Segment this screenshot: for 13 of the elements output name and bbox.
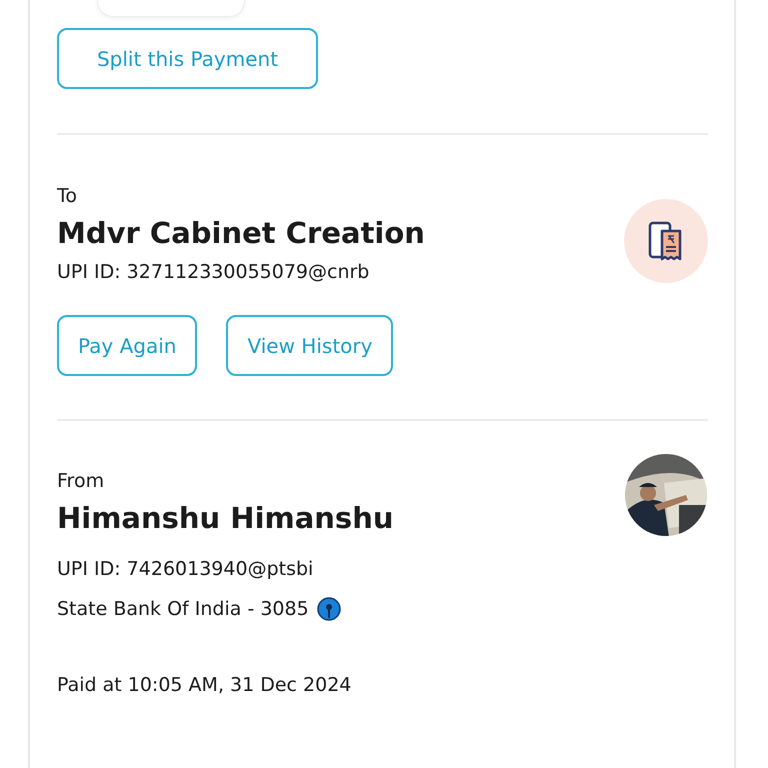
upi-id: UPI ID: 327112330055079@cnrb (57, 260, 370, 285)
upi-id: UPI ID: 7426013940@ptsbi (57, 557, 314, 582)
payer-name: Himanshu Himanshu (57, 500, 394, 537)
payee-name: Mdvr Cabinet Creation (57, 215, 425, 252)
to-label: To (57, 184, 78, 209)
action-button[interactable]: View History (226, 315, 394, 376)
bank-account: State Bank Of India - 3085 (57, 597, 309, 622)
payment-time: Paid at 10:05 AM, 31 Dec 2024 (57, 673, 352, 698)
phone-receipt-icon (624, 199, 708, 283)
from-label: From (57, 469, 106, 494)
split-payment-button[interactable]: Split this Payment (57, 28, 318, 89)
bank-logo-icon (316, 597, 341, 621)
action-button[interactable]: Pay Again (57, 315, 198, 376)
